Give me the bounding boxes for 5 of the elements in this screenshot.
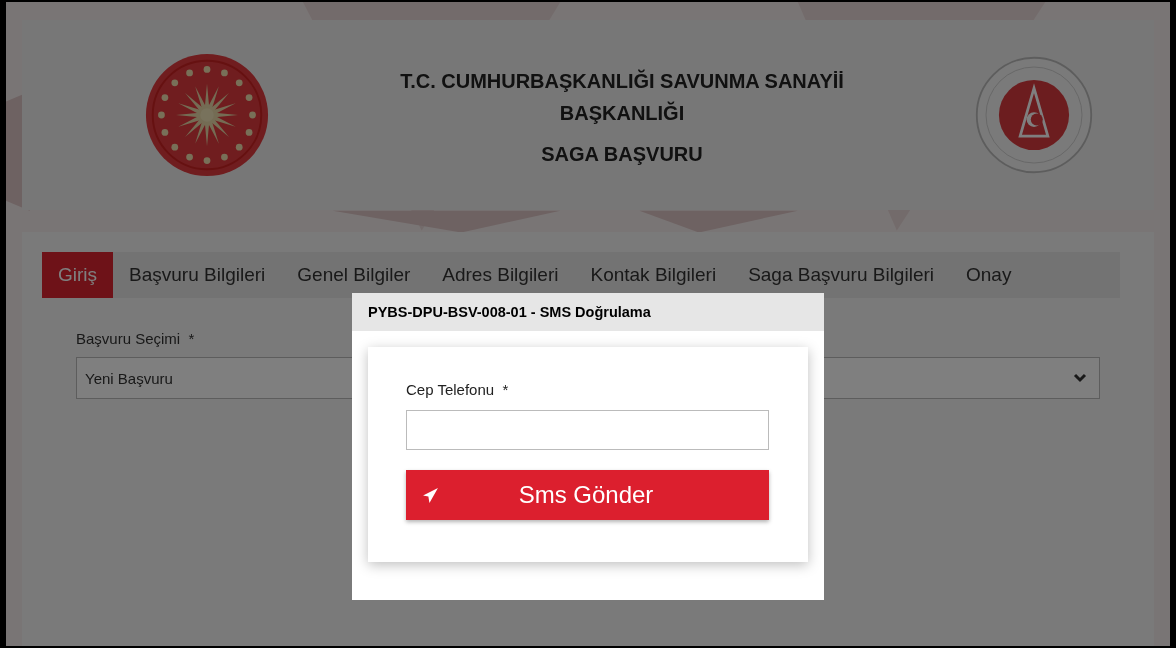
field-label: Cep Telefonu * <box>406 381 510 398</box>
page-subtitle: SAGA BAŞVURU <box>540 142 704 166</box>
field-label: Başvuru Seçimi * <box>76 330 196 347</box>
dialog-title: PYBS-DPU-BSV-008-01 - SMS Doğrulama <box>352 293 824 331</box>
agency-title: T.C. CUMHURBAŞKANLIĞI SAVUNMA SANAYİİ BAŞKANLIĞI <box>399 68 845 126</box>
